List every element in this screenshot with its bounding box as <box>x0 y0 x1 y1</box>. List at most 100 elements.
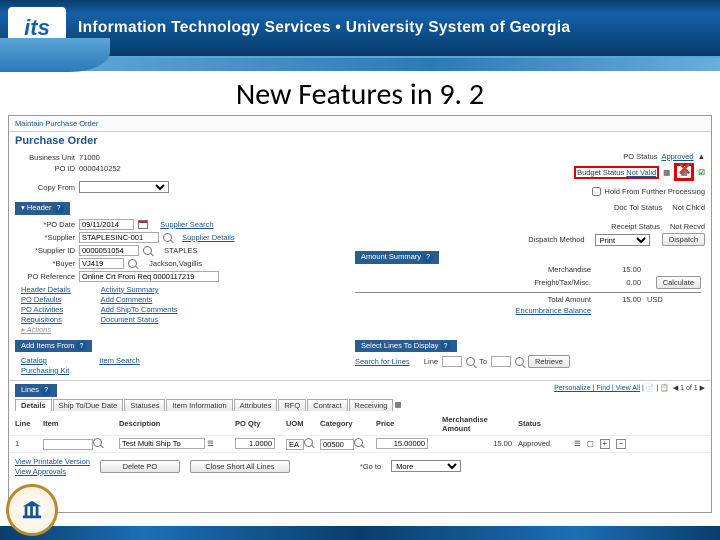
line-icon1[interactable]: ☰ <box>574 439 581 448</box>
activity-summary-link[interactable]: Activity Summary <box>101 285 178 294</box>
lookup-icon[interactable] <box>93 438 102 447</box>
amount-summary-bar[interactable]: Amount Summary ? <box>355 251 439 264</box>
add-comments-link[interactable]: Add Comments <box>101 295 178 304</box>
close-short-button[interactable]: Close Short All Lines <box>190 460 290 473</box>
col-merch: Merchandise Amount <box>442 415 512 433</box>
buyer-input[interactable] <box>79 258 124 269</box>
add-items-bar[interactable]: Add Items From ? <box>15 340 92 353</box>
po-defaults-link[interactable]: PO Defaults <box>21 295 71 304</box>
header-section-bar[interactable]: ▾ Header ? <box>15 202 70 215</box>
budget-status-value[interactable]: Not Valid <box>626 168 656 177</box>
line-to-input[interactable] <box>491 356 511 367</box>
budget-check-icon[interactable]: ☑ <box>698 168 705 177</box>
supplier-search-link[interactable]: Supplier Search <box>160 220 213 229</box>
help-icon[interactable]: ? <box>76 341 86 351</box>
purchasing-kit-link[interactable]: Purchasing Kit <box>21 366 69 375</box>
total-value: 15.00 <box>591 295 641 304</box>
help-icon[interactable]: ? <box>41 386 51 396</box>
view-printable-link[interactable]: View Printable Version <box>15 457 90 466</box>
po-id-value: 0000410252 <box>79 164 121 173</box>
lookup-icon[interactable] <box>143 246 152 255</box>
po-ref-input[interactable] <box>79 271 219 282</box>
item-search-link[interactable]: Item Search <box>99 356 139 365</box>
lookup-icon[interactable] <box>304 438 313 447</box>
dispatch-select[interactable]: Print <box>595 234 650 246</box>
brand-text: Information Technology Services • Univer… <box>78 19 570 37</box>
business-unit-value: 71000 <box>79 153 100 162</box>
footer-bar <box>0 526 720 540</box>
add-shipto-comments-link[interactable]: Add ShipTo Comments <box>101 305 178 314</box>
po-date-input[interactable] <box>79 219 134 230</box>
cat-input[interactable] <box>320 439 354 450</box>
tab-attributes[interactable]: Attributes <box>234 399 278 411</box>
view-approvals-link[interactable]: View Approvals <box>15 467 90 476</box>
lookup-icon[interactable] <box>354 438 363 447</box>
desc-input[interactable] <box>119 438 205 449</box>
qty-input[interactable] <box>235 438 275 449</box>
col-item: Item <box>43 419 113 428</box>
copy-from-select[interactable] <box>79 181 169 193</box>
lookup-icon[interactable] <box>128 259 137 268</box>
total-label: Total Amount <box>355 295 591 304</box>
supplier-details-link[interactable]: Supplier Details <box>182 233 235 242</box>
merch-label: Merchandise <box>355 265 591 274</box>
lookup-icon[interactable] <box>163 233 172 242</box>
help-icon[interactable]: ? <box>441 341 451 351</box>
slide-title: New Features in 9. 2 <box>0 76 720 113</box>
supplier-id-input[interactable] <box>79 245 139 256</box>
col-status: Status <box>518 419 568 428</box>
tab-receiving[interactable]: Receiving <box>349 399 394 411</box>
encumbrance-link[interactable]: Encumbrance Balance <box>355 306 591 315</box>
calendar-icon[interactable] <box>138 220 148 229</box>
search-lines-link[interactable]: Search for Lines <box>355 357 410 366</box>
expand-tabs-icon[interactable]: ▦ <box>394 400 401 409</box>
uom-input[interactable] <box>286 439 304 450</box>
select-lines-bar[interactable]: Select Lines To Display ? <box>355 340 457 353</box>
line-from-label: Line <box>424 357 438 366</box>
personalize-link[interactable]: Personalize | Find | View All <box>554 385 640 392</box>
lines-bar[interactable]: Lines ? <box>15 384 57 397</box>
tab-item-info[interactable]: Item Information <box>166 399 232 411</box>
add-row-icon[interactable]: + <box>600 439 610 449</box>
supplier-short: STAPLES <box>164 246 197 255</box>
doc-tol-label: Doc Tol Status <box>355 203 662 212</box>
calculate-button[interactable]: Calculate <box>656 276 701 289</box>
budget-icon1[interactable]: ▦ <box>663 168 670 177</box>
requisitions-link[interactable]: Requisitions <box>21 315 71 324</box>
retrieve-button[interactable]: Retrieve <box>528 355 570 368</box>
line-to-label: To <box>479 357 487 366</box>
header-curve <box>0 58 720 72</box>
po-status-label: PO Status <box>623 152 657 161</box>
po-activities-link[interactable]: PO Activities <box>21 305 71 314</box>
col-desc: Description <box>119 419 229 428</box>
header-details-link[interactable]: Header Details <box>21 285 71 294</box>
document-status-link[interactable]: Document Status <box>101 315 178 324</box>
line-from-input[interactable] <box>442 356 462 367</box>
line-comment-icon[interactable]: ▢ <box>587 439 594 448</box>
business-unit-label: Business Unit <box>15 153 75 162</box>
lookup-icon[interactable] <box>515 357 524 366</box>
merch-value: 15.00 <box>591 265 641 274</box>
hold-checkbox[interactable] <box>592 187 601 196</box>
help-icon[interactable]: ? <box>423 253 433 263</box>
dispatch-button[interactable]: Dispatch <box>662 233 705 246</box>
delete-po-button[interactable]: Delete PO <box>100 460 180 473</box>
tab-statuses[interactable]: Statuses <box>124 399 165 411</box>
delete-row-icon[interactable]: − <box>616 439 626 449</box>
lookup-icon[interactable] <box>466 357 475 366</box>
item-input[interactable] <box>43 439 93 450</box>
supplier-input[interactable] <box>79 232 159 243</box>
tab-rfq[interactable]: RFQ <box>278 399 306 411</box>
tab-details[interactable]: Details <box>15 399 52 411</box>
receipt-label: Receipt Status <box>355 222 660 231</box>
tab-shipto[interactable]: Ship To/Due Date <box>53 399 124 411</box>
item-range: ◀ 1 of 1 ▶ <box>673 385 705 392</box>
catalog-link[interactable]: Catalog <box>21 356 69 365</box>
actions-link[interactable]: ▸ Actions <box>21 325 71 334</box>
help-icon[interactable]: ? <box>54 204 64 214</box>
tab-contract[interactable]: Contract <box>307 399 347 411</box>
line-status: Approved <box>518 439 568 448</box>
price-input[interactable] <box>376 438 428 449</box>
goto-select[interactable]: More <box>391 460 461 472</box>
col-line: Line <box>15 419 37 428</box>
